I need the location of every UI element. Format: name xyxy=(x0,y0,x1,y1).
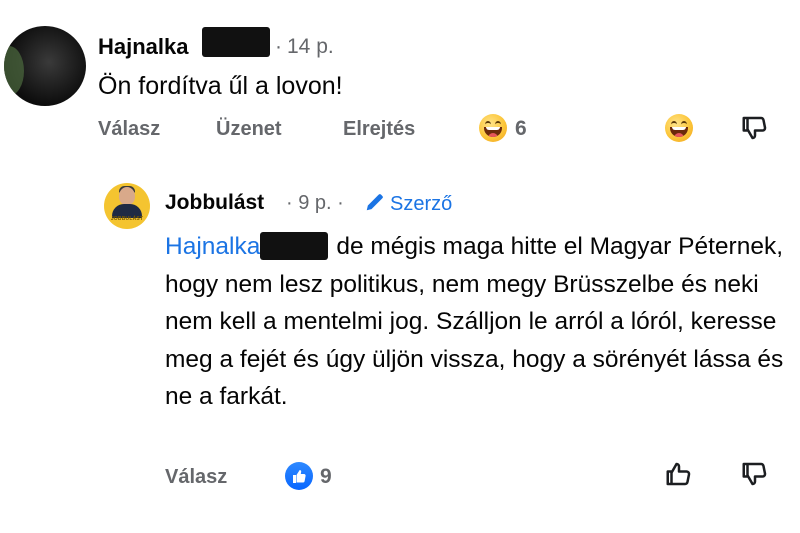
hide-button[interactable]: Elrejtés xyxy=(343,118,415,141)
separator-dot: · xyxy=(275,35,282,58)
like-button[interactable] xyxy=(664,459,694,494)
comment-timestamp[interactable]: · 14 p. xyxy=(275,35,334,59)
avatar-logo-text: JOBBULÁST xyxy=(110,216,144,222)
thumbs-up-icon xyxy=(666,462,691,486)
reply-button[interactable]: Válasz xyxy=(165,466,227,489)
dislike-button[interactable] xyxy=(740,113,770,148)
separator-dot: · xyxy=(331,192,344,214)
reply-button[interactable]: Válasz xyxy=(98,118,160,141)
pencil-icon xyxy=(366,194,383,211)
avatar[interactable] xyxy=(4,26,86,106)
comment-author[interactable]: Jobbulást xyxy=(165,191,264,215)
comment-text: Ön fordítva űl a lovon! xyxy=(98,72,343,100)
comment-author[interactable]: Hajnalka xyxy=(98,34,189,60)
laughing-emoji-icon[interactable] xyxy=(479,114,507,142)
thumbs-down-icon xyxy=(742,462,767,486)
separator-dot: · xyxy=(286,192,299,214)
mention-link[interactable]: Hajnalka xyxy=(165,233,260,260)
reaction-count[interactable]: 9 xyxy=(320,465,332,489)
dislike-button[interactable] xyxy=(740,459,770,494)
redaction-block xyxy=(260,232,329,260)
reaction-count[interactable]: 6 xyxy=(515,117,527,141)
like-thumb-icon[interactable] xyxy=(285,462,313,490)
thumbs-down-icon xyxy=(742,116,767,140)
comment-text: Hajnalka de mégis maga hitte el Magyar Pé… xyxy=(165,228,785,416)
message-button[interactable]: Üzenet xyxy=(216,118,282,141)
comment-timestamp[interactable]: · 9 p. · xyxy=(286,192,344,215)
laughing-emoji-icon[interactable] xyxy=(665,114,693,142)
avatar[interactable]: JOBBULÁST xyxy=(104,183,150,229)
redaction-block xyxy=(202,27,270,57)
author-badge: Szerző xyxy=(364,191,452,216)
